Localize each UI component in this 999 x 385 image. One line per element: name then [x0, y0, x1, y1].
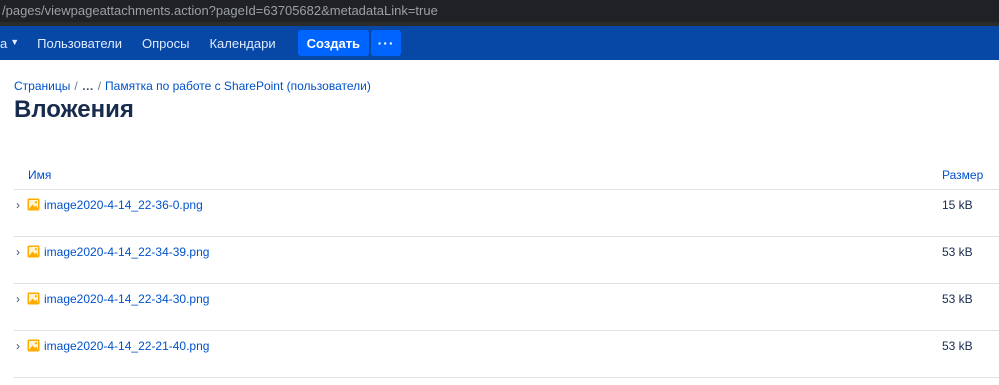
create-button-label: Создать — [306, 35, 361, 51]
chevron-right-icon[interactable]: › — [16, 339, 26, 353]
image-file-icon — [27, 198, 40, 211]
chevron-right-icon[interactable]: › — [16, 198, 26, 212]
page-title: Вложения — [14, 96, 134, 123]
attachment-name-link[interactable]: image2020-4-14_22-36-0.png — [44, 198, 203, 212]
url-text[interactable]: /pages/viewpageattachments.action?pageId… — [2, 3, 438, 18]
nav-item-calendars-label: Календари — [209, 35, 276, 51]
more-button[interactable]: ··· — [371, 30, 402, 56]
breadcrumb-parent-page[interactable]: Памятка по работе с SharePoint (пользова… — [105, 79, 371, 93]
attachment-name-link[interactable]: image2020-4-14_22-34-39.png — [44, 245, 209, 259]
nav-item-users-label: Пользователи — [37, 35, 123, 51]
nav-item-spaces-label: а — [0, 35, 8, 51]
column-header-size[interactable]: Размер — [942, 168, 983, 182]
browser-url-bar[interactable]: /pages/viewpageattachments.action?pageId… — [0, 0, 999, 22]
attachment-size: 53 kB — [942, 245, 973, 259]
create-button[interactable]: Создать — [297, 30, 370, 56]
nav-item-surveys[interactable]: Опросы — [142, 26, 189, 60]
breadcrumb-separator: / — [74, 79, 78, 93]
more-icon: ··· — [377, 35, 395, 51]
attachment-name-link[interactable]: image2020-4-14_22-21-40.png — [44, 339, 209, 353]
nav-item-spaces[interactable]: а ▼ — [0, 26, 19, 60]
image-file-icon — [27, 292, 40, 305]
breadcrumb: Страницы / … / Памятка по работе с Share… — [14, 79, 371, 93]
image-file-icon — [27, 245, 40, 258]
attachments-table: Имя Размер › image2020-4-14_22-36-0.png … — [14, 160, 999, 378]
attachment-name-link[interactable]: image2020-4-14_22-34-30.png — [44, 292, 209, 306]
attachment-size: 15 kB — [942, 198, 973, 212]
top-navigation: а ▼ Пользователи Опросы Календари Создат… — [0, 26, 999, 60]
chevron-right-icon[interactable]: › — [16, 292, 26, 306]
chevron-down-icon: ▼ — [10, 37, 20, 47]
column-header-name[interactable]: Имя — [28, 168, 51, 182]
nav-item-surveys-label: Опросы — [142, 35, 190, 51]
breadcrumb-ellipsis[interactable]: … — [82, 79, 94, 93]
image-file-icon — [27, 339, 40, 352]
attachment-size: 53 kB — [942, 292, 973, 306]
table-row: › image2020-4-14_22-36-0.png 15 kB — [14, 190, 999, 237]
attachment-size: 53 kB — [942, 339, 973, 353]
table-header: Имя Размер — [14, 160, 999, 190]
table-row: › image2020-4-14_22-21-40.png 53 kB — [14, 331, 999, 378]
breadcrumb-separator: / — [97, 79, 102, 93]
table-row: › image2020-4-14_22-34-39.png 53 kB — [14, 237, 999, 284]
breadcrumb-pages[interactable]: Страницы — [14, 79, 70, 93]
chevron-right-icon[interactable]: › — [16, 245, 26, 259]
nav-item-calendars[interactable]: Календари — [209, 26, 275, 60]
table-row: › image2020-4-14_22-34-30.png 53 kB — [14, 284, 999, 331]
nav-item-users[interactable]: Пользователи — [37, 26, 122, 60]
